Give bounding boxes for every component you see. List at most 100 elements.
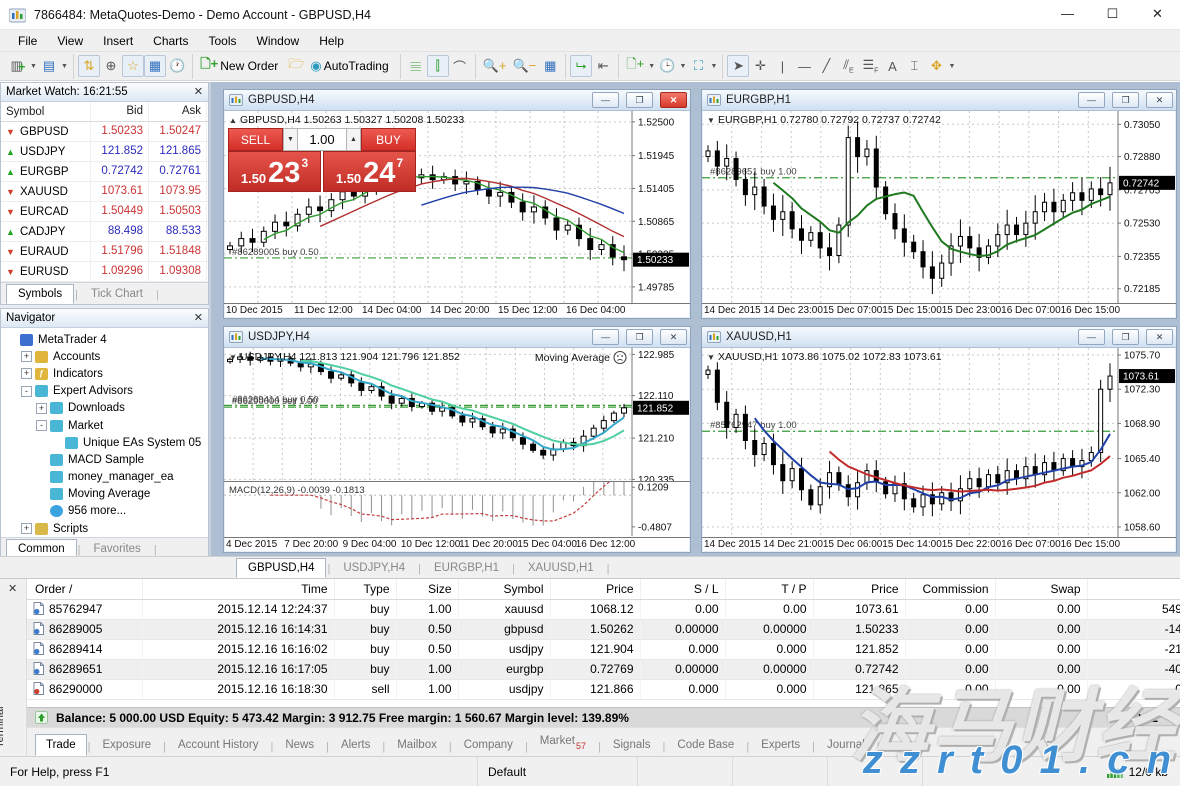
auto-scroll-button[interactable]: ⮡ [570, 55, 593, 77]
volume-up-button[interactable]: ▲ [346, 128, 361, 151]
terminal-tab-trade[interactable]: Trade [35, 734, 87, 756]
text-label-button[interactable]: ⌶ [903, 55, 925, 77]
nav-item-accounts[interactable]: + Accounts [1, 348, 208, 365]
nav-item-scripts[interactable]: + Scripts [1, 520, 208, 537]
fibonacci-button[interactable]: ☰F [859, 55, 881, 77]
chart-area-eurgbp[interactable]: #86289651 buy 1.00 0.73050 0.72880 0.72705 0… [702, 111, 1176, 303]
market-watch-table[interactable]: Symbol Bid Ask ▼ GBPUSD 1.50233 1.50247 ▲ USDJPY… [1, 102, 208, 282]
terminal-tab-alerts[interactable]: Alerts [330, 734, 381, 756]
chart-tab-usdjpy-h4[interactable]: USDJPY,H4 [331, 558, 417, 578]
collapse-icon[interactable]: - [21, 385, 32, 397]
chart-tab-eurgbp-h1[interactable]: EURGBP,H1 [422, 558, 511, 578]
indicators-button[interactable]: 🗋+ [623, 55, 647, 77]
order-row-85762947[interactable]: 85762947 2015.12.14 12:24:37 buy 1.00 xauusd… [27, 599, 1180, 620]
history-center-button[interactable]: 🗁 [285, 55, 307, 77]
nav-item-metatrader-4[interactable]: MetaTrader 4 [1, 331, 208, 348]
expand-icon[interactable]: + [36, 402, 47, 414]
nav-item-indicators[interactable]: + ƒ Indicators [1, 365, 208, 382]
periods-button[interactable]: 🕒 [656, 55, 678, 77]
market-watch-row-usdjpy[interactable]: ▲ USDJPY 121.852 121.865 [1, 142, 208, 162]
data-window-toggle[interactable]: ▦ [144, 55, 166, 77]
new-order-button[interactable]: 🗋+ New Order [197, 55, 285, 77]
terminal-close-icon[interactable]: ✕ [8, 582, 17, 595]
chart-tab-gbpusd-h4[interactable]: GBPUSD,H4 [236, 558, 327, 578]
minimize-button[interactable]: — [1045, 0, 1090, 29]
cursor-button[interactable]: ➤ [727, 55, 750, 77]
chart-tab-xauusd-h1[interactable]: XAUUSD,H1 [516, 558, 606, 578]
chart-restore-button[interactable]: ❐ [1112, 92, 1139, 108]
chart-area-gbpusd[interactable]: #86289005 buy 0.50 1.52500 1.51945 1.51405 1… [224, 111, 690, 303]
bar-chart-button[interactable]: 𝄙 [405, 55, 427, 77]
market-watch-row-eurgbp[interactable]: ▲ EURGBP 0.72742 0.72761 [1, 162, 208, 182]
profiles-caret[interactable]: ▼ [60, 63, 69, 70]
market-watch-row-gbpusd[interactable]: ▼ GBPUSD 1.50233 1.50247 [1, 122, 208, 142]
market-watch-row-euraud[interactable]: ▼ EURAUD 1.51796 1.51848 [1, 242, 208, 262]
periods-caret[interactable]: ▼ [678, 63, 687, 70]
menu-help[interactable]: Help [309, 32, 354, 50]
nav-item-moving-average[interactable]: Moving Average [1, 486, 208, 503]
chart-minimize-button[interactable]: — [1078, 92, 1105, 108]
crosshair-tool-button[interactable]: ✛ [749, 55, 771, 77]
horizontal-line-button[interactable]: — [793, 55, 815, 77]
candlestick-chart-button[interactable]: ⫿ [426, 55, 449, 77]
chart-area-usdjpy[interactable]: #86289414 buy 0.50 #86290000 sell 1.00 122… [224, 348, 690, 537]
tab-tick-chart[interactable]: Tick Chart [79, 284, 155, 304]
volume-down-button[interactable]: ▼ [283, 128, 298, 151]
chart-window-eurgbp[interactable]: EURGBP,H1 — ❐ ✕ #86289651 buy 1.00 0.73050 0.7… [701, 89, 1177, 319]
menu-insert[interactable]: Insert [93, 32, 143, 50]
tile-windows-button[interactable]: ▦ [539, 55, 561, 77]
chart-minimize-button[interactable]: — [1078, 329, 1105, 345]
chart-minimize-button[interactable]: — [592, 92, 619, 108]
expand-icon[interactable]: + [21, 368, 32, 380]
chart-close-button[interactable]: ✕ [660, 329, 687, 345]
menu-window[interactable]: Window [247, 32, 310, 50]
tab-symbols[interactable]: Symbols [6, 284, 75, 304]
arrows-caret[interactable]: ▼ [947, 63, 956, 70]
terminal-tab-market[interactable]: Market 57 [529, 730, 597, 756]
orders-table[interactable]: Order / Time Type Size Symbol Price S / LT / P… [27, 579, 1180, 707]
sell-price-button[interactable]: 1.50 23 3 [228, 151, 321, 192]
equidistant-channel-button[interactable]: ⫽E [837, 55, 859, 77]
order-row-86289005[interactable]: 86289005 2015.12.16 16:14:31 buy 0.50 gbpusd… [27, 619, 1180, 640]
zoom-in-button[interactable]: 🔍+ [480, 55, 510, 77]
expand-icon[interactable]: + [21, 351, 32, 363]
volume-input[interactable]: 1.00 [298, 128, 346, 151]
navigator-tree[interactable]: MetaTrader 4 + Accounts + ƒ Indicators - Expert… [1, 328, 208, 537]
nav-item-downloads[interactable]: + Downloads [1, 400, 208, 417]
menu-view[interactable]: View [47, 32, 93, 50]
arrows-button[interactable]: ✥ [925, 55, 947, 77]
chart-window-gbpusd[interactable]: GBPUSD,H4 — ❐ ✕ #86289005 buy 0.50 1.52500 1.5… [223, 89, 691, 319]
maximize-button[interactable]: ☐ [1090, 0, 1135, 29]
text-button[interactable]: A [881, 55, 903, 77]
chart-close-button[interactable]: ✕ [1146, 92, 1173, 108]
terminal-tab-exposure[interactable]: Exposure [91, 734, 162, 756]
terminal-tab-experts[interactable]: Experts [750, 734, 811, 756]
strategy-tester-toggle[interactable]: 🕐 [166, 55, 188, 77]
nav-item-unique-eas-system-05[interactable]: Unique EAs System 05 [1, 434, 208, 451]
market-watch-row-eurusd[interactable]: ▼ EURUSD 1.09296 1.09308 [1, 262, 208, 282]
terminal-tab-account-history[interactable]: Account History [167, 734, 270, 756]
order-row-86289414[interactable]: 86289414 2015.12.16 16:16:02 buy 0.50 usdjpy… [27, 639, 1180, 660]
templates-caret[interactable]: ▼ [709, 63, 718, 70]
expand-icon[interactable]: + [21, 523, 32, 535]
vertical-line-button[interactable]: | [771, 55, 793, 77]
collapse-icon[interactable]: - [36, 420, 47, 432]
terminal-tab-code-base[interactable]: Code Base [666, 734, 745, 756]
nav-item-956-more-[interactable]: 956 more... [1, 503, 208, 520]
chart-window-xauusd[interactable]: XAUUSD,H1 — ❐ ✕ #85762947 buy 1.00 1075.70 107… [701, 326, 1177, 553]
nav-item-macd-sample[interactable]: MACD Sample [1, 451, 208, 468]
chart-shift-button[interactable]: ⇤ [592, 55, 614, 77]
nav-item-market[interactable]: - Market [1, 417, 208, 434]
market-watch-row-cadjpy[interactable]: ▲ CADJPY 88.498 88.533 [1, 222, 208, 242]
chart-restore-button[interactable]: ❐ [1112, 329, 1139, 345]
terminal-tab-company[interactable]: Company [453, 734, 524, 756]
menu-file[interactable]: File [8, 32, 47, 50]
chart-window-usdjpy[interactable]: USDJPY,H4 — ❐ ✕ #86289414 buy 0.50 #86290000 … [223, 326, 691, 553]
terminal-tab-signals[interactable]: Signals [602, 734, 662, 756]
chart-close-button[interactable]: ✕ [660, 92, 687, 108]
chart-restore-button[interactable]: ❐ [626, 92, 653, 108]
sell-button[interactable]: SELL [228, 128, 283, 151]
chart-close-button[interactable]: ✕ [1146, 329, 1173, 345]
new-chart-caret[interactable]: ▼ [29, 63, 38, 70]
market-watch-toggle[interactable]: ⇅ [78, 55, 100, 77]
